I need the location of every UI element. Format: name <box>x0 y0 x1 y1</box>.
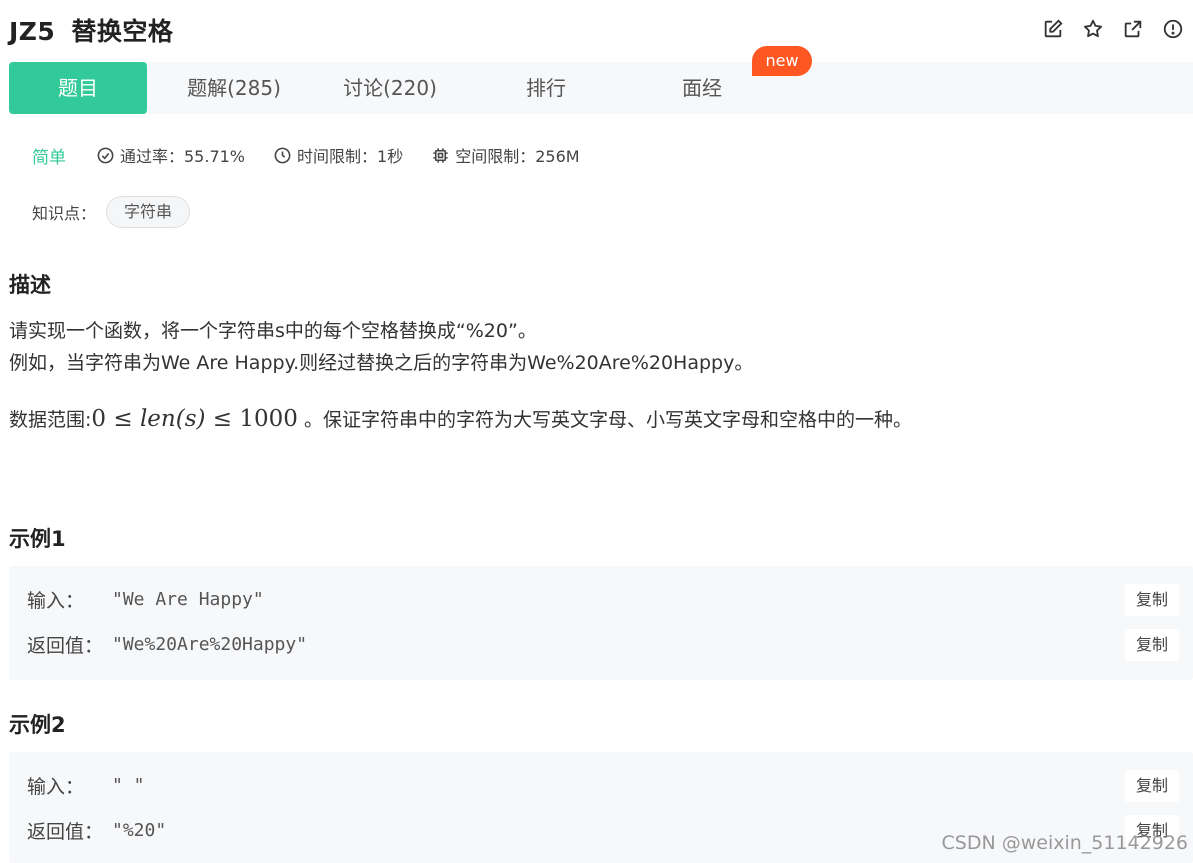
page-title: JZ5 替换空格 <box>9 12 173 48</box>
watermark: CSDN @weixin_51142926 <box>941 832 1189 854</box>
chip-icon <box>433 147 448 163</box>
data-range-prefix: 数据范围: <box>9 409 92 431</box>
example-1-output: 返回值： "We%20Are%20Happy" <box>27 629 307 659</box>
edit-icon[interactable] <box>1033 16 1073 42</box>
description-line-2: 例如，当字符串为We Are Happy.则经过替换之后的字符串为We%20Ar… <box>9 352 754 374</box>
problem-header: JZ5 替换空格 <box>0 0 1193 58</box>
info-icon[interactable] <box>1153 16 1193 42</box>
example-1-heading: 示例1 <box>9 527 66 551</box>
new-badge: new <box>752 46 812 76</box>
tab-ranking[interactable]: 排行 <box>471 62 621 114</box>
input-label: 输入： <box>27 775 85 798</box>
clock-icon <box>274 147 291 163</box>
output-value: "%20" <box>112 819 167 841</box>
knowledge-label: 知识点： <box>32 204 97 223</box>
problem-id: JZ5 <box>9 17 56 46</box>
example-2-input: 输入： " " <box>27 770 145 800</box>
input-value: " " <box>112 774 145 796</box>
output-label: 返回值： <box>27 820 104 843</box>
star-icon[interactable] <box>1073 16 1113 42</box>
description-line-1: 请实现一个函数，将一个字符串s中的每个空格替换成“%20”。 <box>9 320 537 342</box>
knowledge-tag[interactable]: 字符串 <box>106 196 191 228</box>
copy-button[interactable]: 复制 <box>1125 584 1179 616</box>
tab-solutions[interactable]: 题解(285) <box>159 62 309 114</box>
problem-tabs: 题目 题解(285) 讨论(220) 排行 面经 <box>9 62 1193 114</box>
tab-discussion[interactable]: 讨论(220) <box>315 62 465 114</box>
data-range-suffix: 。保证字符串中的字符为大写英文字母、小写英文字母和空格中的一种。 <box>297 409 912 431</box>
output-label: 返回值： <box>27 634 104 657</box>
space-limit-text: 空间限制：256M <box>455 147 580 166</box>
time-limit: 时间限制：1秒 <box>273 143 403 167</box>
data-range-lead: 0 ≤ <box>91 406 140 432</box>
data-range-var: len(s) <box>139 406 206 432</box>
external-link-icon[interactable] <box>1113 16 1153 42</box>
example-1-box: 输入： "We Are Happy" 复制 返回值： "We%20Are%20H… <box>9 566 1193 680</box>
pass-rate: 通过率：55.71% <box>96 143 245 167</box>
copy-button[interactable]: 复制 <box>1125 629 1179 661</box>
input-label: 输入： <box>27 589 85 612</box>
knowledge-points: 知识点： 字符串 <box>32 196 191 228</box>
data-range-tail: ≤ 1000 <box>205 406 298 432</box>
copy-button[interactable]: 复制 <box>1125 770 1179 802</box>
example-2-heading: 示例2 <box>9 713 66 737</box>
data-range: 数据范围:0 ≤ len(s) ≤ 1000 。保证字符串中的字符为大写英文字母… <box>9 405 912 432</box>
difficulty-label: 简单 <box>32 147 66 168</box>
time-limit-text: 时间限制：1秒 <box>297 147 404 166</box>
description-heading: 描述 <box>9 273 51 297</box>
space-limit: 空间限制：256M <box>431 143 580 167</box>
input-value: "We Are Happy" <box>112 588 264 610</box>
header-actions <box>1033 16 1193 42</box>
example-2-output: 返回值： "%20" <box>27 815 166 845</box>
check-circle-icon <box>97 147 114 163</box>
example-1-input: 输入： "We Are Happy" <box>27 584 264 614</box>
tab-problem[interactable]: 题目 <box>9 62 147 114</box>
problem-meta: 简单 通过率：55.71% 时间限制：1秒 空间限制：256M <box>32 142 608 168</box>
problem-title: 替换空格 <box>71 17 174 46</box>
pass-rate-text: 通过率：55.71% <box>120 147 246 166</box>
output-value: "We%20Are%20Happy" <box>112 633 308 655</box>
